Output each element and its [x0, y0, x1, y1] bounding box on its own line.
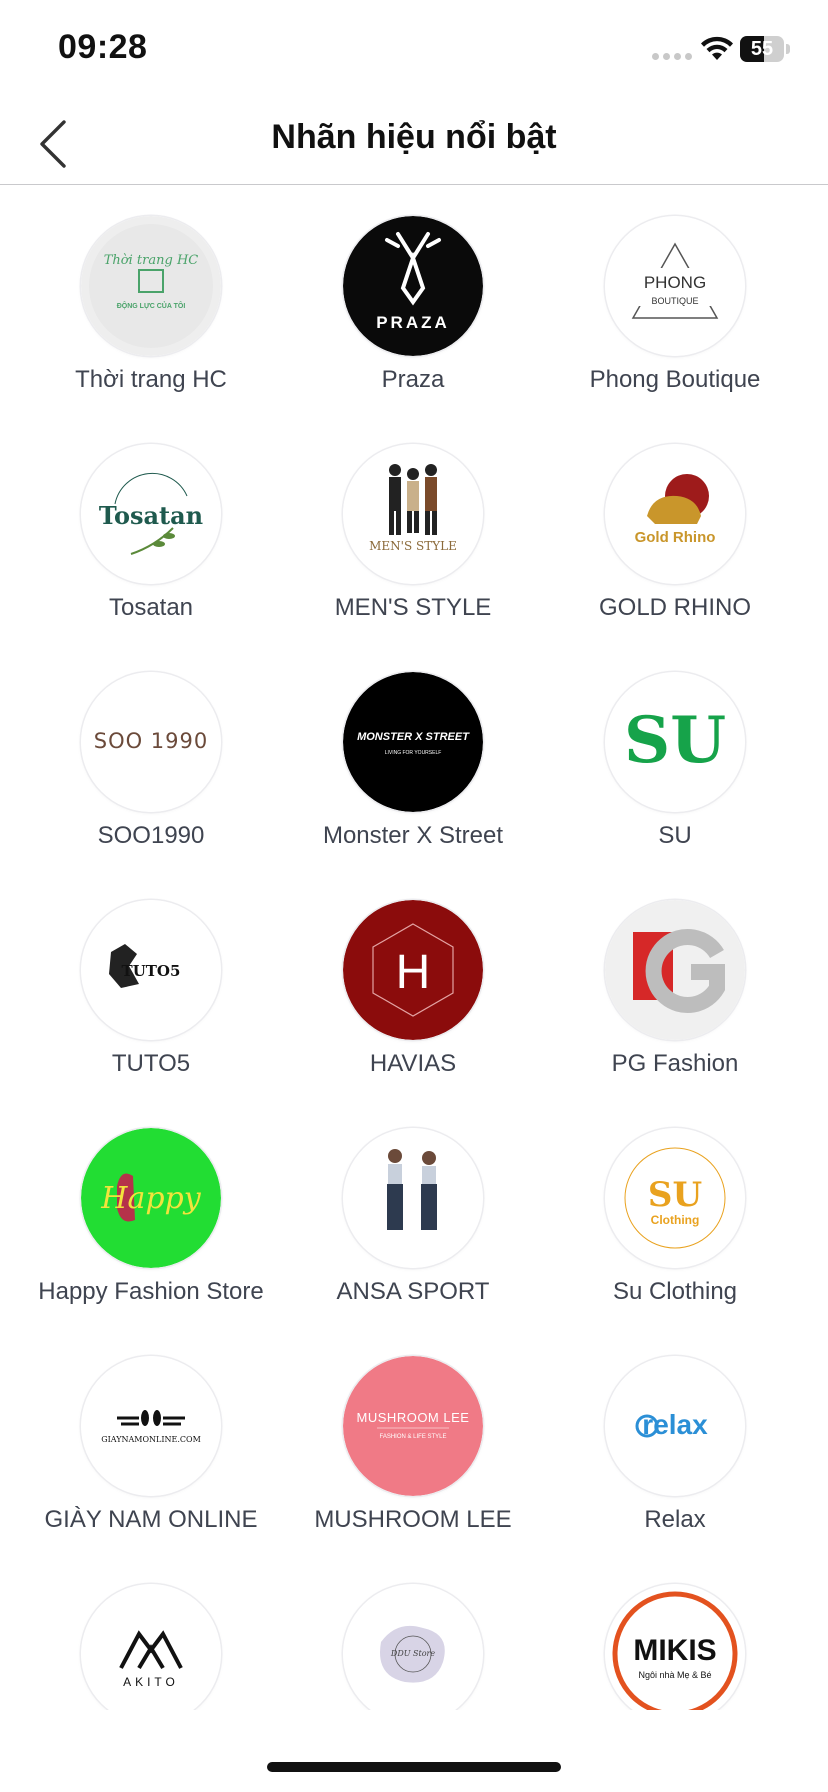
brand-logo[interactable]: Thời trang HC ĐỘNG LỰC CỦA TÔI	[81, 216, 221, 356]
svg-text:Clothing: Clothing	[651, 1213, 700, 1227]
svg-text:SU: SU	[648, 1175, 702, 1215]
cellular-signal-icon	[652, 53, 692, 60]
brand-logo[interactable]	[605, 900, 745, 1040]
svg-text:LIVING FOR YOURSELF: LIVING FOR YOURSELF	[385, 750, 442, 756]
svg-text:H: H	[396, 946, 431, 999]
brand-logo[interactable]: Happy	[81, 1128, 221, 1268]
brand-logo[interactable]: Gold Rhino	[605, 444, 745, 584]
home-indicator[interactable]	[267, 1762, 561, 1772]
brand-item[interactable]: relax Relax	[544, 1328, 806, 1556]
brand-logo[interactable]: SU	[605, 672, 745, 812]
svg-text:PRAZA: PRAZA	[376, 313, 450, 332]
svg-text:MONSTER X STREET: MONSTER X STREET	[357, 731, 470, 743]
brand-item[interactable]: H HAVIAS	[282, 872, 544, 1100]
brand-name: PG Fashion	[611, 1050, 739, 1077]
brand-item[interactable]: Gold Rhino GOLD RHINO	[544, 416, 806, 644]
page-title: Nhãn hiệu nổi bật	[271, 118, 557, 156]
brand-item[interactable]: SU SU	[544, 644, 806, 872]
brand-grid: Thời trang HC ĐỘNG LỰC CỦA TÔI Thời trang …	[0, 188, 828, 1710]
brand-logo[interactable]: MUSHROOM LEE FASHION & LIFE STYLE	[343, 1356, 483, 1496]
brand-item[interactable]: Happy Happy Fashion Store	[20, 1100, 282, 1328]
brand-name: GOLD RHINO	[598, 594, 751, 621]
brand-item[interactable]: SOO 1990 SOO1990	[20, 644, 282, 872]
brand-name: Happy Fashion Store	[38, 1278, 264, 1305]
svg-text:Thời trang HC: Thời trang HC	[104, 253, 199, 268]
brand-item[interactable]: MUSHROOM LEE FASHION & LIFE STYLE MUSHROOM…	[282, 1328, 544, 1556]
svg-text:DDU Store: DDU Store	[390, 1649, 435, 1658]
brand-item[interactable]: SU Clothing Su Clothing	[544, 1100, 806, 1328]
brand-logo[interactable]: GIAYNAMONLINE.COM	[81, 1356, 221, 1496]
svg-text:MIKIS: MIKIS	[633, 1634, 716, 1667]
navigation-bar: Nhãn hiệu nổi bật	[0, 100, 828, 185]
svg-text:Happy: Happy	[100, 1181, 201, 1216]
svg-text:relax: relax	[642, 1409, 708, 1440]
brand-name: Relax	[644, 1506, 706, 1533]
brand-name: Su Clothing	[612, 1278, 738, 1305]
svg-text:PHONG: PHONG	[644, 273, 706, 292]
battery-icon: 55	[740, 36, 790, 62]
svg-text:MUSHROOM LEE: MUSHROOM LEE	[357, 1410, 470, 1425]
brand-name: SOO1990	[97, 822, 205, 849]
brand-item[interactable]: ANSA SPORT	[282, 1100, 544, 1328]
brand-name: Phong Boutique	[589, 366, 761, 393]
brand-name: Thời trang HC	[75, 366, 227, 393]
brand-item[interactable]: PHONG BOUTIQUE Phong Boutique	[544, 188, 806, 416]
brand-name: TUTO5	[111, 1050, 191, 1077]
brand-name: GIÀY NAM ONLINE	[44, 1506, 258, 1533]
brand-logo[interactable]: Tosatan	[81, 444, 221, 584]
brand-item[interactable]: DDU StoreDDU Store	[282, 1556, 544, 1710]
brand-logo[interactable]: MEN'S STYLE	[343, 444, 483, 584]
svg-text:Gold Rhino: Gold Rhino	[635, 529, 716, 546]
brand-item[interactable]: Thời trang HC ĐỘNG LỰC CỦA TÔI Thời trang …	[20, 188, 282, 416]
svg-text:MEN'S STYLE: MEN'S STYLE	[369, 539, 457, 553]
brand-name: Monster X Street	[322, 822, 504, 849]
brand-logo[interactable]: DDU Store	[343, 1584, 483, 1710]
svg-text:AKITO: AKITO	[123, 1675, 179, 1689]
brand-item[interactable]: MONSTER X STREET LIVING FOR YOURSELF Monst…	[282, 644, 544, 872]
svg-text:Tosatan: Tosatan	[99, 501, 203, 530]
svg-text:TUTO5: TUTO5	[122, 962, 181, 980]
brand-logo[interactable]: TUTO5	[81, 900, 221, 1040]
brand-logo[interactable]	[343, 1128, 483, 1268]
brand-name: SU	[658, 822, 692, 849]
svg-text:Ngôi nhà Mẹ & Bé: Ngôi nhà Mẹ & Bé	[638, 1670, 711, 1680]
svg-text:SOO 1990: SOO 1990	[94, 729, 209, 753]
brand-item[interactable]: PG Fashion	[544, 872, 806, 1100]
brand-item[interactable]: MIKIS Ngôi nhà Mẹ & BéMIKIS	[544, 1556, 806, 1710]
brand-logo[interactable]: PRAZA	[343, 216, 483, 356]
brand-name: MEN'S STYLE	[334, 594, 492, 621]
status-bar: 09:28 55	[0, 0, 828, 100]
brand-item[interactable]: PRAZA Praza	[282, 188, 544, 416]
brand-item[interactable]: GIAYNAMONLINE.COM GIÀY NAM ONLINE	[20, 1328, 282, 1556]
brand-item[interactable]: AKITOAKITO	[20, 1556, 282, 1710]
brand-name: MUSHROOM LEE	[314, 1506, 512, 1533]
brand-logo[interactable]: SU Clothing	[605, 1128, 745, 1268]
battery-percent: 55	[750, 38, 774, 60]
brand-logo[interactable]: SOO 1990	[81, 672, 221, 812]
status-time: 09:28	[58, 28, 148, 66]
brand-item[interactable]: MEN'S STYLE MEN'S STYLE	[282, 416, 544, 644]
brand-name: HAVIAS	[369, 1050, 457, 1077]
brand-logo[interactable]: H	[343, 900, 483, 1040]
svg-text:ĐỘNG LỰC CỦA TÔI: ĐỘNG LỰC CỦA TÔI	[117, 301, 186, 310]
brand-name: Tosatan	[108, 594, 194, 621]
brand-logo[interactable]: PHONG BOUTIQUE	[605, 216, 745, 356]
brand-item[interactable]: Tosatan Tosatan	[20, 416, 282, 644]
brand-name: ANSA SPORT	[336, 1278, 490, 1305]
brand-logo[interactable]: MIKIS Ngôi nhà Mẹ & Bé	[605, 1584, 745, 1710]
svg-text:GIAYNAMONLINE.COM: GIAYNAMONLINE.COM	[101, 1435, 201, 1444]
wifi-icon	[701, 36, 733, 60]
brand-logo[interactable]: MONSTER X STREET LIVING FOR YOURSELF	[343, 672, 483, 812]
brand-item[interactable]: TUTO5 TUTO5	[20, 872, 282, 1100]
brand-name: Praza	[381, 366, 445, 393]
brand-logo[interactable]: AKITO	[81, 1584, 221, 1710]
brand-logo[interactable]: relax	[605, 1356, 745, 1496]
svg-text:BOUTIQUE: BOUTIQUE	[651, 296, 698, 306]
svg-text:FASHION & LIFE STYLE: FASHION & LIFE STYLE	[379, 1434, 446, 1440]
svg-text:SU: SU	[624, 703, 726, 778]
